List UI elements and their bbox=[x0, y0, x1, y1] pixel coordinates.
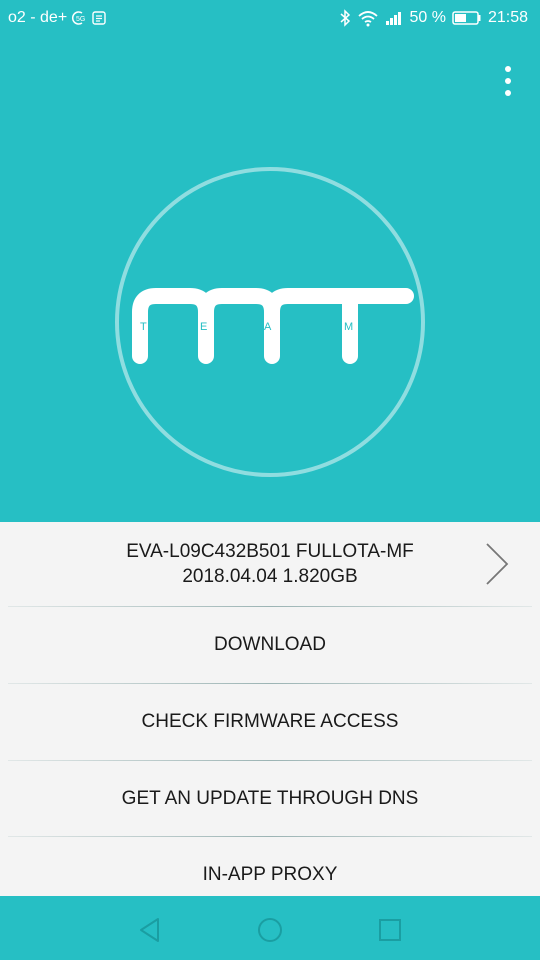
notification-icon bbox=[91, 10, 107, 26]
action-list: EVA-L09C432B501 FULLOTA-MF 2018.04.04 1.… bbox=[0, 522, 540, 896]
clock: 21:58 bbox=[487, 9, 528, 26]
carrier-label: o2 - de+ bbox=[8, 9, 68, 26]
in-app-proxy-button[interactable]: IN-APP PROXY bbox=[0, 837, 540, 896]
firmware-item[interactable]: EVA-L09C432B501 FULLOTA-MF 2018.04.04 1.… bbox=[0, 522, 540, 606]
signal-icon bbox=[385, 10, 403, 26]
battery-percent: 50 % bbox=[409, 9, 446, 26]
bluetooth-icon bbox=[339, 9, 351, 27]
download-label: DOWNLOAD bbox=[214, 634, 326, 655]
dns-update-button[interactable]: GET AN UPDATE THROUGH DNS bbox=[0, 761, 540, 837]
firmware-details: 2018.04.04 1.820GB bbox=[182, 566, 358, 587]
back-icon[interactable] bbox=[132, 912, 168, 948]
logo-letter: A bbox=[264, 321, 272, 333]
logo-letter: T bbox=[140, 321, 147, 333]
battery-icon bbox=[452, 10, 482, 26]
dot-icon bbox=[505, 66, 511, 72]
hero-banner: T E A M bbox=[0, 38, 540, 522]
app-logo: T E A M bbox=[110, 162, 430, 482]
recents-icon[interactable] bbox=[372, 912, 408, 948]
status-bar: o2 - de+ 5G 50 % 21:58 bbox=[0, 0, 540, 38]
wifi-icon bbox=[357, 9, 379, 27]
status-right: 50 % 21:58 bbox=[339, 9, 528, 27]
logo-letter: M bbox=[344, 321, 353, 333]
download-button[interactable]: DOWNLOAD bbox=[0, 607, 540, 683]
check-firmware-access-label: CHECK FIRMWARE ACCESS bbox=[141, 711, 399, 732]
logo-letter: E bbox=[200, 321, 207, 333]
dot-icon bbox=[505, 90, 511, 96]
dot-icon bbox=[505, 78, 511, 84]
chevron-right-icon bbox=[484, 542, 510, 593]
hd-call-icon: 5G bbox=[71, 10, 87, 26]
firmware-name: EVA-L09C432B501 FULLOTA-MF bbox=[126, 541, 414, 562]
dns-update-label: GET AN UPDATE THROUGH DNS bbox=[121, 788, 419, 809]
svg-text:5G: 5G bbox=[76, 16, 85, 23]
in-app-proxy-label: IN-APP PROXY bbox=[202, 864, 338, 885]
check-firmware-access-button[interactable]: CHECK FIRMWARE ACCESS bbox=[0, 684, 540, 760]
overflow-menu-button[interactable] bbox=[498, 66, 518, 96]
navigation-bar bbox=[0, 896, 540, 960]
status-left: o2 - de+ 5G bbox=[8, 9, 107, 27]
home-icon[interactable] bbox=[252, 912, 288, 948]
